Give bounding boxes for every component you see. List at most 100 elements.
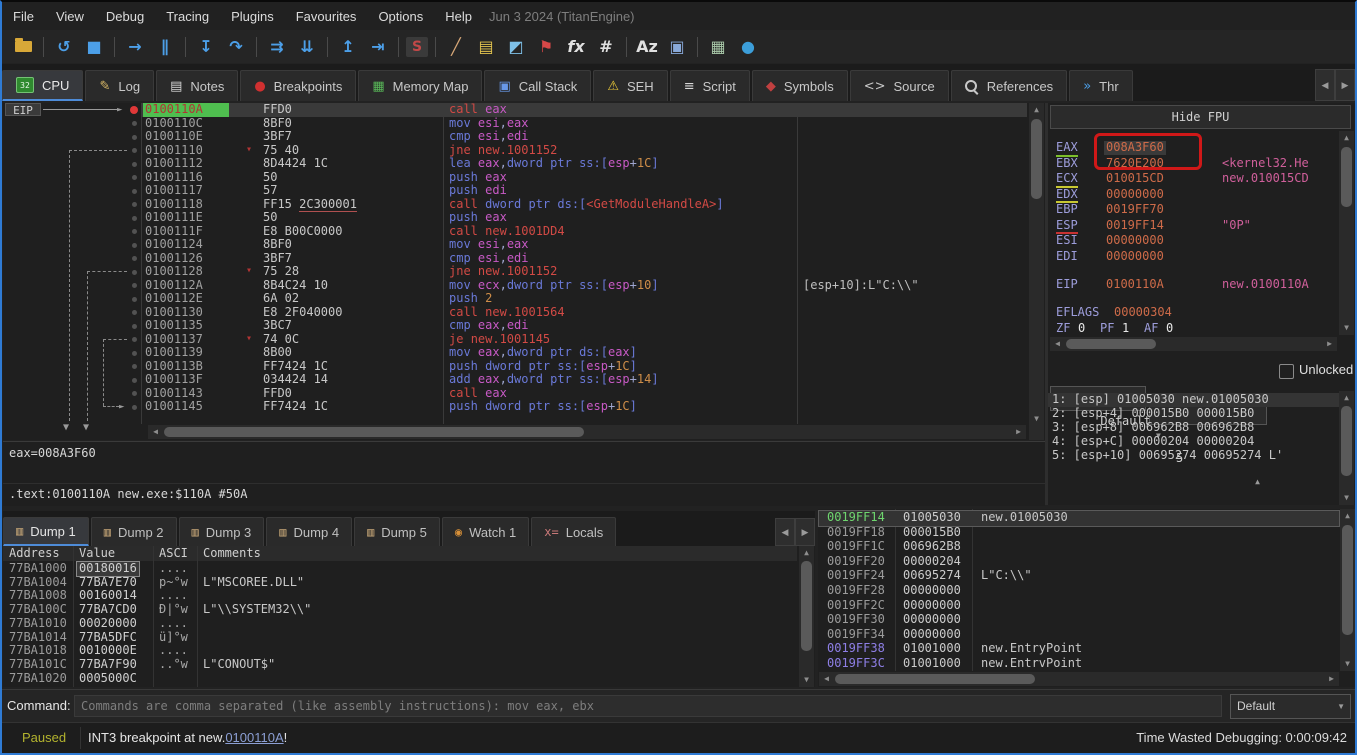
step-into-button[interactable]: ↧ — [193, 35, 219, 59]
disasm-row[interactable]: 0100112A8B4C24 10mov ecx,dword ptr ss:[e… — [3, 279, 1028, 293]
stack-row[interactable]: 0019FF2800000000 — [819, 584, 1339, 599]
comments-button[interactable]: ▤ — [473, 35, 499, 59]
stack-horizontal-scrollbar[interactable] — [819, 672, 1339, 686]
disasm-row[interactable]: 010011263BF7cmp esi,edi — [3, 252, 1028, 266]
breakpoint-address-link[interactable]: 0100110A — [225, 730, 283, 745]
unlocked-checkbox[interactable] — [1279, 364, 1294, 379]
disasm-row[interactable]: 0100111E50push eax — [3, 211, 1028, 225]
stack-vertical-scrollbar[interactable] — [1340, 509, 1355, 671]
dump-vertical-scrollbar[interactable] — [799, 546, 814, 687]
disasm-row[interactable]: 01001118FF15 2C300001call dword ptr ds:[… — [3, 198, 1028, 212]
tab-dump-2[interactable]: ▥Dump 2 — [91, 517, 177, 546]
step-over-button[interactable]: ↷ — [223, 35, 249, 59]
run-button[interactable]: → — [122, 35, 148, 59]
menu-file[interactable]: File — [2, 9, 45, 24]
menu-favourites[interactable]: Favourites — [285, 9, 368, 24]
dump-row[interactable]: 77BA101477BA5DFCü]°w — [3, 631, 797, 645]
scrollbar-thumb[interactable] — [835, 674, 1035, 684]
register-row[interactable]: EIP0100110Anew.0100110A — [1048, 278, 1338, 293]
dump-row[interactable]: 77BA100000180016.... — [3, 562, 797, 576]
row-dot[interactable] — [132, 364, 137, 369]
row-dot[interactable] — [132, 351, 137, 356]
row-dot[interactable] — [132, 324, 137, 329]
disasm-row[interactable]: 0100110AFFD0call eax — [3, 103, 1028, 117]
disasm-row[interactable]: 010011248BF0mov esi,eax — [3, 238, 1028, 252]
dump-row[interactable]: 77BA101C77BA7F90..°wL"CONOUT$" — [3, 658, 797, 672]
dump-row[interactable]: 77BA10180010000E.... — [3, 644, 797, 658]
menu-plugins[interactable]: Plugins — [220, 9, 285, 24]
tab-references[interactable]: References — [951, 70, 1067, 101]
disasm-row[interactable]: 0100113BFF7424 1Cpush dword ptr ss:[esp+… — [3, 360, 1028, 374]
argument-row[interactable]: 5: [esp+10] 00695274 00695274 L' — [1052, 449, 1283, 463]
tab-scroll-right-icon[interactable] — [795, 518, 815, 546]
execute-till-return-button[interactable]: ↥ — [335, 35, 361, 59]
scroll-right-icon[interactable] — [1322, 337, 1337, 351]
run-to-selection-button[interactable]: ⇉ — [264, 35, 290, 59]
scrollbar-thumb[interactable] — [1342, 525, 1353, 635]
register-row[interactable]: EBP0019FF70 — [1048, 203, 1338, 218]
scroll-down-icon[interactable] — [799, 673, 814, 687]
scroll-left-icon[interactable] — [819, 672, 834, 686]
row-dot[interactable] — [132, 270, 137, 275]
source-mode-button[interactable]: S — [406, 37, 428, 57]
menu-options[interactable]: Options — [367, 9, 434, 24]
command-profile-select[interactable]: Default — [1230, 694, 1351, 719]
stack-row[interactable]: 0019FF2C00000000 — [819, 599, 1339, 614]
scrollbar-thumb[interactable] — [1341, 406, 1352, 476]
tab-notes[interactable]: ▤Notes — [156, 70, 238, 101]
menu-help[interactable]: Help — [434, 9, 483, 24]
register-row[interactable]: EFLAGS00000304 — [1048, 306, 1338, 321]
register-row[interactable]: ESI00000000 — [1048, 234, 1338, 249]
tab-dump-3[interactable]: ▥Dump 3 — [179, 517, 265, 546]
row-dot[interactable] — [132, 202, 137, 207]
patches-button[interactable]: ╱ — [443, 35, 469, 59]
row-dot[interactable] — [132, 391, 137, 396]
disasm-row[interactable]: 01001143FFD0call eax — [3, 387, 1028, 401]
argument-row[interactable]: 3: [esp+8] 006962B8 006962B8 — [1052, 421, 1254, 435]
arguments-vertical-scrollbar[interactable] — [1339, 391, 1354, 505]
tab-scroll-left-icon[interactable] — [775, 518, 795, 546]
hide-fpu-button[interactable]: Hide FPU — [1050, 105, 1351, 129]
tab-seh[interactable]: ⚠SEH — [593, 70, 667, 101]
tab-dump-4[interactable]: ▥Dump 4 — [266, 517, 352, 546]
register-row[interactable]: EDX00000000 — [1048, 188, 1338, 203]
argument-row[interactable]: 1: [esp] 01005030 new.01005030 — [1048, 393, 1339, 407]
disasm-row[interactable]: 0100110C8BF0mov esi,eax — [3, 117, 1028, 131]
argument-row[interactable]: 2: [esp+4] 000015B0 000015B0 — [1052, 407, 1254, 421]
row-dot[interactable] — [132, 337, 137, 342]
pause-button[interactable]: ∥ — [152, 35, 178, 59]
tab-source[interactable]: <>Source — [850, 70, 949, 101]
row-dot[interactable] — [132, 229, 137, 234]
disasm-row[interactable]: 010011398B00mov eax,dword ptr ds:[eax] — [3, 346, 1028, 360]
row-dot[interactable] — [132, 189, 137, 194]
disasm-row[interactable]: 010011128D4424 1Clea eax,dword ptr ss:[e… — [3, 157, 1028, 171]
stack-row[interactable]: 0019FF3C01001000new.EntrvPoint — [819, 657, 1339, 672]
disasm-row[interactable]: 0100113774 0Cje new.1001145 — [3, 333, 1028, 347]
row-dot[interactable] — [132, 256, 137, 261]
stop-debugging-button[interactable]: ■ — [81, 35, 107, 59]
scroll-right-icon[interactable] — [1011, 425, 1026, 439]
tab-breakpoints[interactable]: ●Breakpoints — [240, 70, 356, 101]
dump-pane[interactable]: AddressValueASCIComments 77BA10000018001… — [3, 546, 815, 687]
disasm-row[interactable]: 0100111FE8 B00C0000call new.1001DD4 — [3, 225, 1028, 239]
menu-tracing[interactable]: Tracing — [155, 9, 220, 24]
stack-row[interactable]: 0019FF3400000000 — [819, 628, 1339, 643]
dump-row[interactable]: 77BA100C77BA7CD0Ð|°wL"\\SYSTEM32\\" — [3, 603, 797, 617]
bookmarks-button[interactable]: ⚑ — [533, 35, 559, 59]
disasm-row[interactable]: 0100110E3BF7cmp esi,edi — [3, 130, 1028, 144]
scroll-down-icon[interactable] — [1339, 321, 1354, 335]
row-dot[interactable] — [132, 243, 137, 248]
tab-threads[interactable]: »Thr — [1069, 70, 1132, 101]
scrollbar-thumb[interactable] — [801, 561, 812, 651]
tab-log[interactable]: ✎Log — [85, 70, 154, 101]
register-row[interactable]: ESP0019FF14"0P" — [1048, 219, 1338, 234]
registers-horizontal-scrollbar[interactable] — [1050, 337, 1337, 351]
trace-record-button[interactable]: # — [593, 35, 619, 59]
disasm-vertical-scrollbar[interactable] — [1029, 103, 1044, 440]
row-dot[interactable] — [132, 135, 137, 140]
disasm-row[interactable]: 01001145FF7424 1Cpush dword ptr ss:[esp+… — [3, 400, 1028, 414]
tab-call-stack[interactable]: ▣Call Stack — [484, 70, 591, 101]
row-dot[interactable] — [132, 216, 137, 221]
open-file-button[interactable] — [10, 35, 36, 59]
argument-row[interactable]: 4: [esp+C] 00000204 00000204 — [1052, 435, 1254, 449]
